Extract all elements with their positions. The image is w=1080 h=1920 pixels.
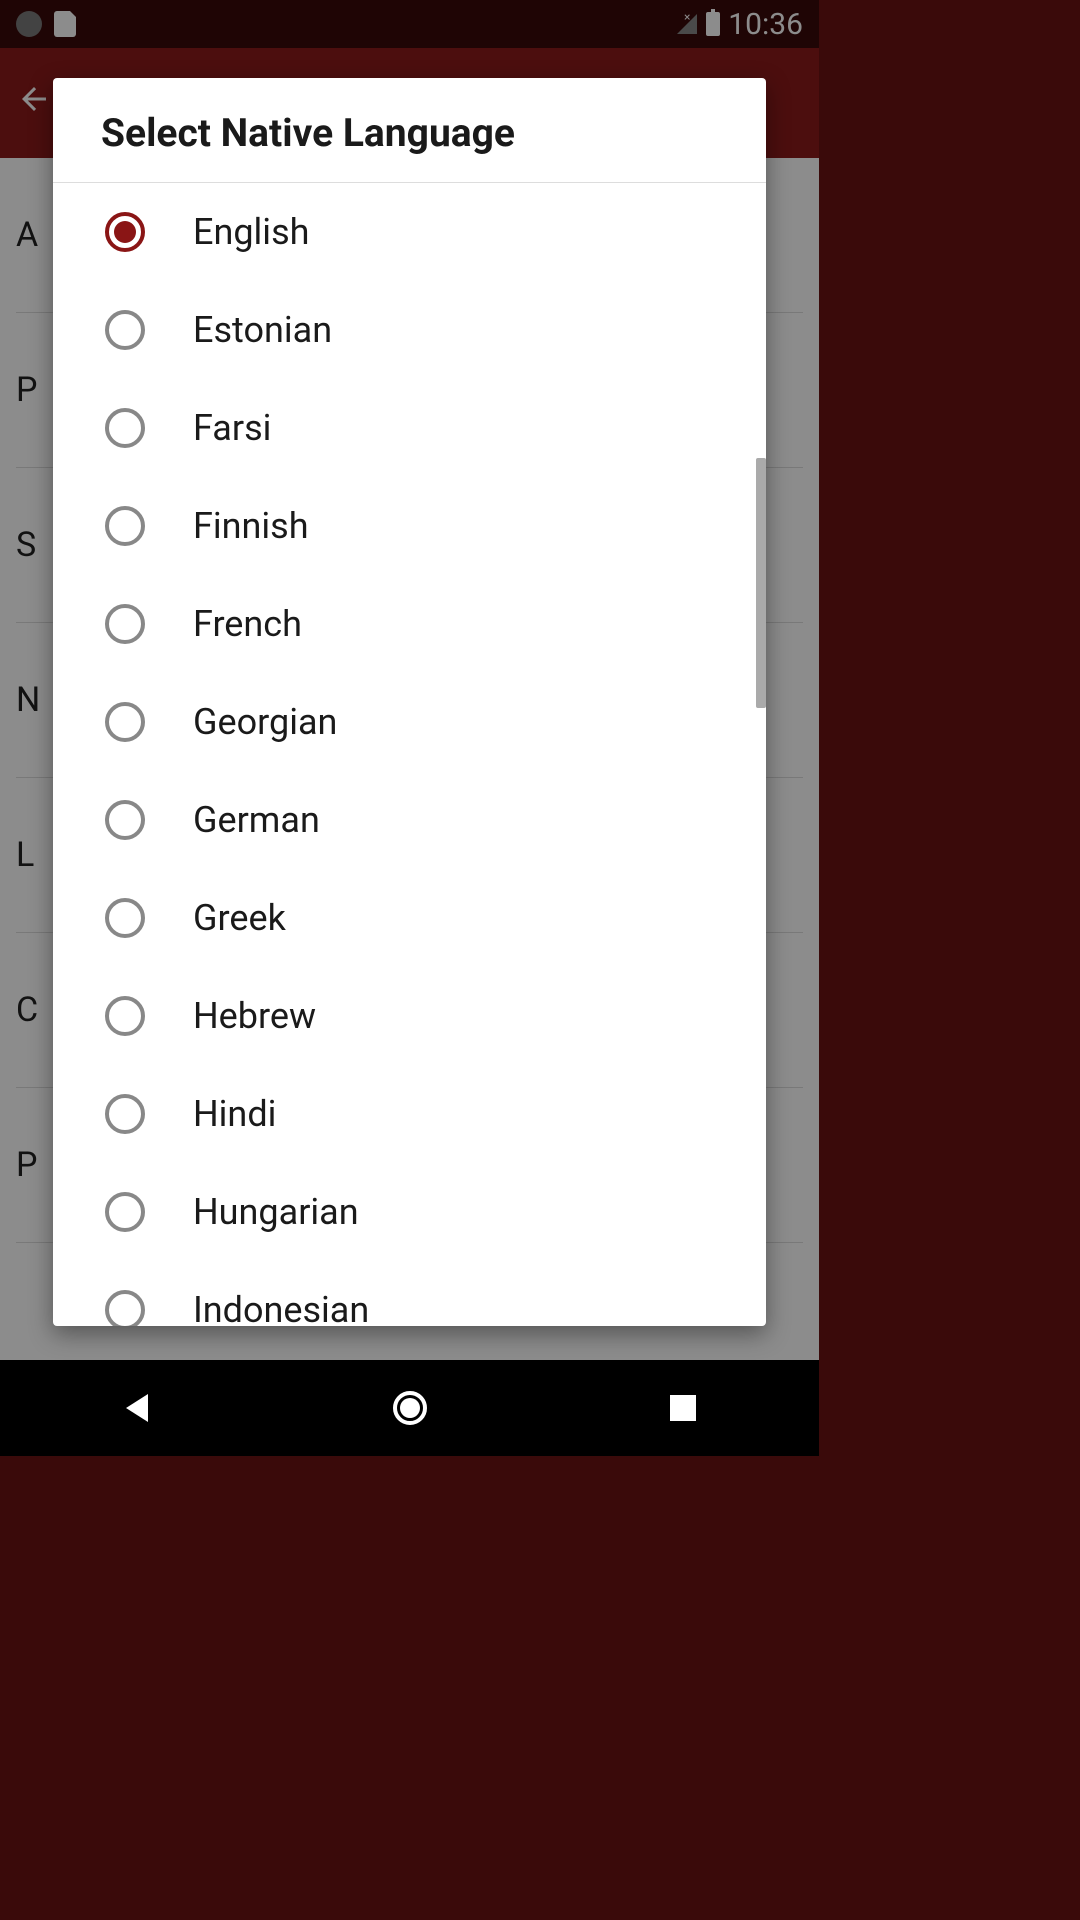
radio-button-icon [105, 408, 145, 448]
language-option[interactable]: Indonesian [53, 1261, 766, 1326]
language-option[interactable]: Finnish [53, 477, 766, 575]
recent-square-icon [670, 1395, 696, 1421]
language-option-label: Greek [193, 897, 286, 939]
radio-button-icon [105, 898, 145, 938]
language-option[interactable]: Georgian [53, 673, 766, 771]
radio-button-icon [105, 1094, 145, 1134]
language-option[interactable]: French [53, 575, 766, 673]
language-option[interactable]: English [53, 183, 766, 281]
language-option[interactable]: Estonian [53, 281, 766, 379]
language-option-label: Farsi [193, 407, 271, 449]
language-option-label: Finnish [193, 505, 309, 547]
radio-button-icon [105, 996, 145, 1036]
language-option[interactable]: Farsi [53, 379, 766, 477]
nav-back-button[interactable] [117, 1388, 157, 1428]
nav-recent-button[interactable] [663, 1388, 703, 1428]
language-option[interactable]: Hindi [53, 1065, 766, 1163]
language-option-label: Hungarian [193, 1191, 359, 1233]
radio-button-icon [105, 1192, 145, 1232]
radio-button-icon [105, 604, 145, 644]
radio-button-icon [105, 212, 145, 252]
language-option-label: German [193, 799, 320, 841]
nav-bar [0, 1360, 819, 1456]
language-option-label: Indonesian [193, 1289, 369, 1326]
back-triangle-icon [126, 1394, 148, 1422]
language-option-label: Estonian [193, 309, 332, 351]
language-option[interactable]: Greek [53, 869, 766, 967]
home-circle-icon [393, 1391, 427, 1425]
language-option-label: Georgian [193, 701, 337, 743]
language-dialog: Select Native Language English Estonian Fa… [53, 78, 766, 1326]
radio-button-icon [105, 800, 145, 840]
nav-home-button[interactable] [390, 1388, 430, 1428]
dialog-title: Select Native Language [53, 78, 766, 183]
language-option[interactable]: German [53, 771, 766, 869]
radio-button-icon [105, 1290, 145, 1326]
language-option-label: French [193, 603, 302, 645]
radio-button-icon [105, 506, 145, 546]
scrollbar-thumb[interactable] [756, 458, 766, 708]
language-option-label: English [193, 211, 309, 253]
language-option[interactable]: Hebrew [53, 967, 766, 1065]
language-option-label: Hindi [193, 1093, 276, 1135]
language-option[interactable]: Hungarian [53, 1163, 766, 1261]
radio-button-icon [105, 310, 145, 350]
language-option-label: Hebrew [193, 995, 316, 1037]
language-list[interactable]: English Estonian Farsi Finnish French Georgia… [53, 183, 766, 1326]
radio-button-icon [105, 702, 145, 742]
